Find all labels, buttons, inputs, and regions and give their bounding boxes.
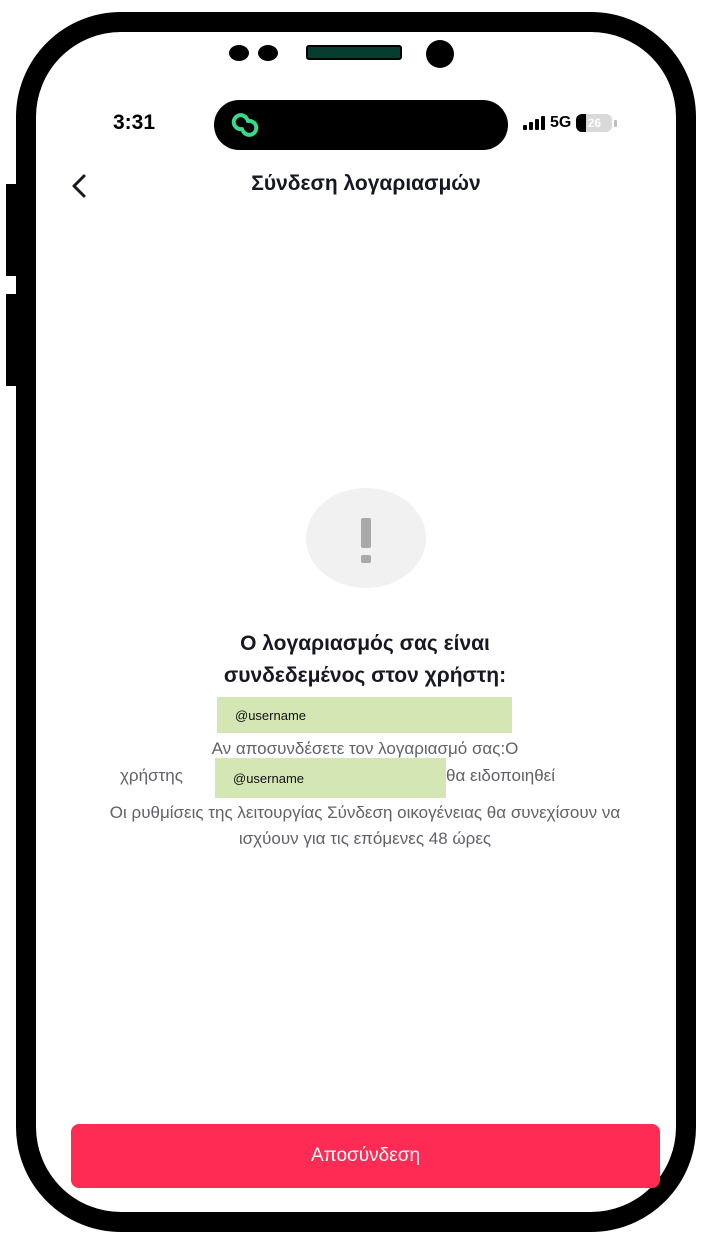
front-camera — [426, 40, 454, 68]
page-title: Σύνδεση λογαριασμών — [251, 172, 481, 195]
battery-tip — [614, 119, 618, 127]
earpiece-speaker — [306, 45, 402, 60]
chevron-left-icon[interactable] — [66, 170, 94, 202]
link-app-icon — [231, 113, 259, 137]
notified-username: @username — [215, 758, 446, 798]
exclamation-dot — [361, 555, 371, 563]
status-indicators: 5G 26 — [523, 111, 618, 135]
unlink-button[interactable]: Αποσύνδεση — [71, 1124, 660, 1188]
network-type: 5G — [550, 114, 572, 131]
sensor-row — [0, 38, 705, 68]
dynamic-island — [214, 100, 508, 150]
unlink-info-line-2-end: θα ειδοποιηθεί — [446, 766, 556, 785]
settings-note: Οι ρυθμίσεις της λειτουργίας Σύνδεση οικ… — [109, 803, 621, 848]
unlink-info-line-2-start: χρήστης — [120, 766, 183, 785]
signal-icon — [523, 116, 545, 130]
heading-line-2: συνδεδεμένος στον χρήστη: — [223, 664, 507, 687]
battery-level: 26 — [587, 116, 602, 130]
exclamation-bar — [361, 518, 371, 548]
battery-icon: 26 — [576, 114, 613, 132]
heading-line-1: Ο λογαριασμός σας είναι — [240, 632, 490, 655]
sensor-dot — [258, 45, 278, 61]
exclamation-icon — [306, 488, 426, 588]
sensor-dot — [229, 45, 249, 61]
status-time: 3:31 — [113, 111, 156, 134]
alert-heading: Ο λογαριασμός σας είναι συνδεδεμένος στο… — [120, 628, 610, 692]
linked-username: @username — [217, 697, 512, 733]
